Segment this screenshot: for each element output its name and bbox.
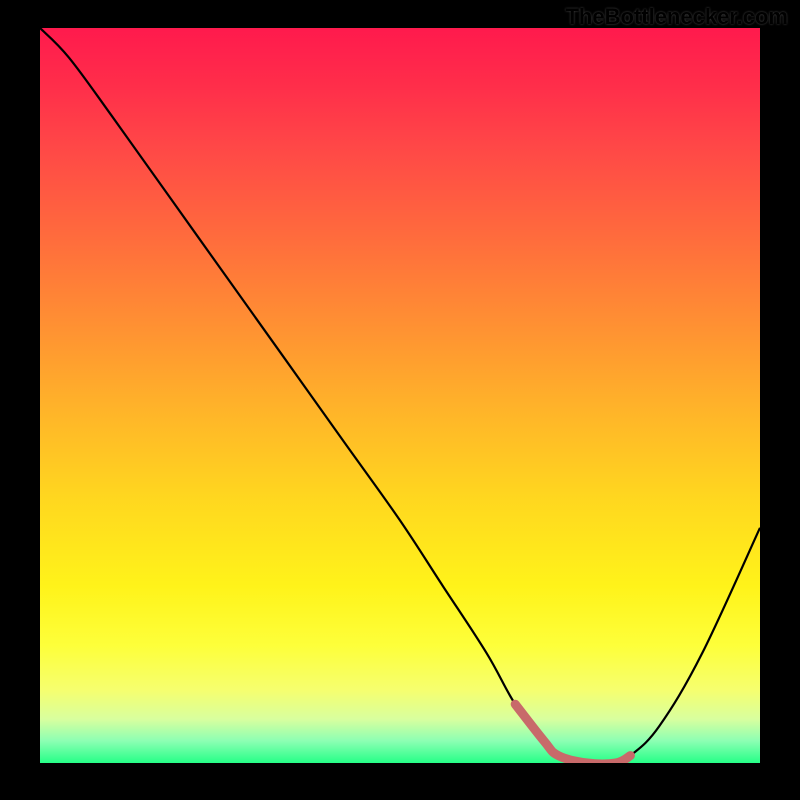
curve-svg: [40, 28, 760, 763]
plot-area: [40, 28, 760, 763]
bottleneck-curve-path: [40, 28, 760, 763]
highlight-segment-path: [515, 704, 630, 763]
plot-container: [40, 28, 760, 763]
attribution-text: TheBottlenecker.com: [565, 4, 788, 30]
